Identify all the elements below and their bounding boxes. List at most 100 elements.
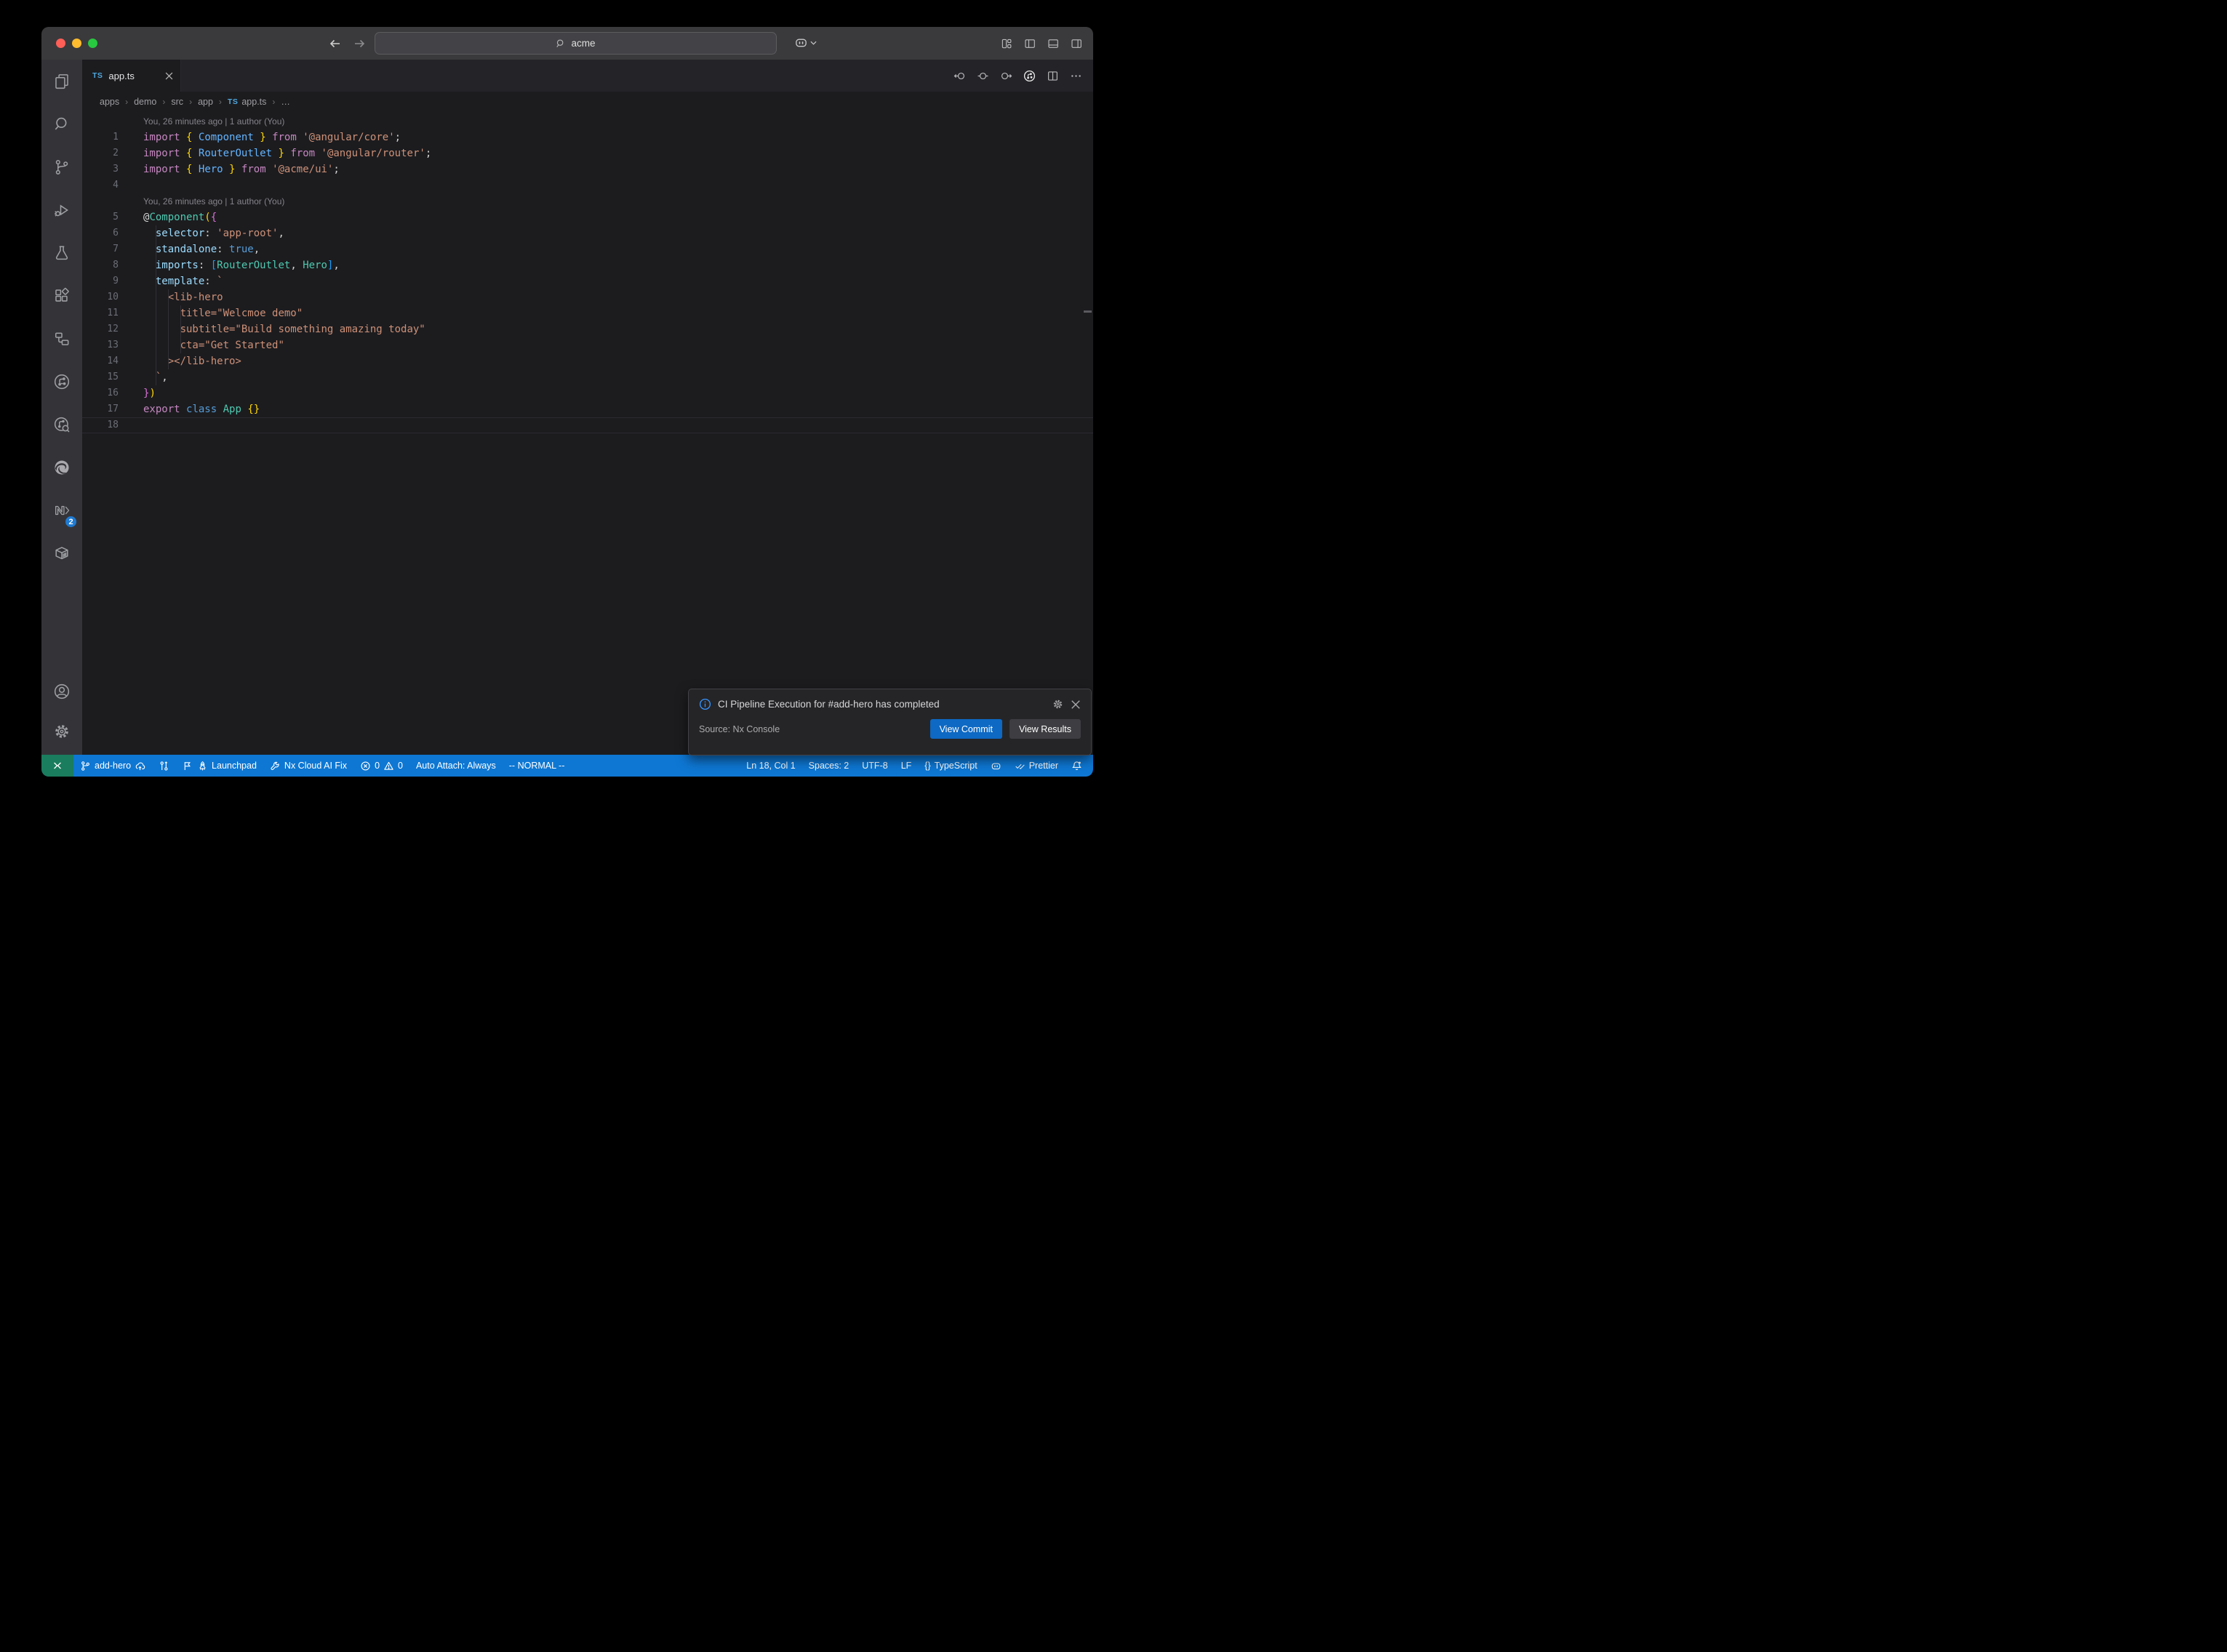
- code-line: 18: [82, 417, 1093, 433]
- vscode-window: acme: [41, 27, 1093, 777]
- commit-graph-icon[interactable]: [1023, 69, 1036, 83]
- cursor-position-status[interactable]: Ln 18, Col 1: [740, 755, 801, 777]
- notification-close-icon[interactable]: [1071, 699, 1081, 710]
- code-line: 17export class App {}: [82, 401, 1093, 417]
- error-icon: [360, 761, 371, 771]
- branch-status[interactable]: add-hero: [73, 755, 152, 777]
- copilot-menu-button[interactable]: [794, 36, 817, 49]
- search-input[interactable]: acme: [375, 32, 777, 55]
- nav-back-icon[interactable]: [953, 69, 967, 83]
- sidebar-item-commit-graph[interactable]: [41, 360, 82, 403]
- sidebar-item-gitlens-search[interactable]: [41, 403, 82, 446]
- problems-status[interactable]: 0 0: [353, 755, 409, 777]
- code-lines: You, 26 minutes ago | 1 author (You)1imp…: [82, 113, 1093, 433]
- nav-circle-icon[interactable]: [976, 69, 990, 83]
- accounts-button[interactable]: [41, 671, 82, 711]
- breadcrumb: apps › demo › src › app › TS app.ts › …: [82, 92, 1093, 112]
- vim-mode-status[interactable]: -- NORMAL --: [503, 755, 572, 777]
- eol-status[interactable]: LF: [895, 755, 919, 777]
- history-back-button[interactable]: [328, 36, 343, 51]
- notification-toast: CI Pipeline Execution for #add-hero has …: [688, 689, 1092, 755]
- nx-cloud-ai-fix-button[interactable]: Nx Cloud AI Fix: [263, 755, 353, 777]
- bell-dot-icon: [1071, 761, 1082, 771]
- code-line: 15 `,: [82, 369, 1093, 385]
- sidebar-item-nx-console[interactable]: 2: [41, 489, 82, 532]
- sidebar-item-extensions[interactable]: [41, 274, 82, 317]
- sidebar-item-testing[interactable]: [41, 231, 82, 274]
- close-window-button[interactable]: [56, 39, 65, 48]
- tab-bar: TS app.ts: [82, 60, 1093, 92]
- tab-label: app.ts: [108, 71, 134, 81]
- code-line: 13 cta="Get Started": [82, 337, 1093, 353]
- breadcrumb-item-src[interactable]: src: [171, 97, 183, 107]
- breadcrumb-separator: ›: [162, 97, 165, 107]
- close-tab-button[interactable]: [165, 72, 173, 80]
- info-icon: [699, 698, 711, 710]
- view-results-button[interactable]: View Results: [1009, 719, 1081, 739]
- code-line: 5@Component({: [82, 209, 1093, 225]
- account-icon: [52, 682, 71, 701]
- blame-annotation: You, 26 minutes ago | 1 author (You): [82, 193, 1093, 209]
- copilot-status[interactable]: [984, 755, 1008, 777]
- settings-button[interactable]: [41, 711, 82, 751]
- code-line: 8 imports: [RouterOutlet, Hero],: [82, 257, 1093, 273]
- copilot-icon: [794, 36, 808, 49]
- split-editor-icon[interactable]: [1046, 69, 1060, 83]
- toggle-secondary-sidebar-button[interactable]: [1070, 37, 1083, 50]
- auto-attach-status[interactable]: Auto Attach: Always: [409, 755, 503, 777]
- traffic-lights: [56, 39, 97, 48]
- toggle-primary-sidebar-button[interactable]: [1023, 37, 1036, 50]
- sidebar-item-project-structure[interactable]: [41, 317, 82, 360]
- git-branch-icon: [52, 158, 71, 177]
- git-branch-icon: [80, 761, 91, 771]
- sidebar-item-search[interactable]: [41, 103, 82, 145]
- editor[interactable]: You, 26 minutes ago | 1 author (You)1imp…: [82, 112, 1093, 755]
- toggle-panel-button[interactable]: [1047, 37, 1060, 50]
- edge-browser-icon: [52, 458, 71, 477]
- sidebar-item-run-debug[interactable]: [41, 188, 82, 231]
- zoom-window-button[interactable]: [88, 39, 97, 48]
- run-debug-icon: [52, 201, 71, 220]
- formatter-status[interactable]: Prettier: [1008, 755, 1065, 777]
- customize-layout-button[interactable]: [1000, 37, 1013, 50]
- code-line: 11 title="Welcmoe demo": [82, 305, 1093, 321]
- breadcrumb-item-demo[interactable]: demo: [134, 97, 156, 107]
- minimize-window-button[interactable]: [72, 39, 81, 48]
- remote-indicator[interactable]: [41, 755, 73, 777]
- sidebar-item-explorer[interactable]: [41, 60, 82, 103]
- indent-guide: [168, 289, 169, 369]
- notification-source: Source: Nx Console: [699, 724, 923, 734]
- hierarchy-icon: [52, 329, 71, 348]
- sidebar-item-source-control[interactable]: [41, 145, 82, 188]
- wrench-icon: [270, 761, 281, 771]
- search-sidebar-icon: [52, 115, 71, 134]
- breadcrumb-separator: ›: [125, 97, 128, 107]
- breadcrumb-item-file[interactable]: TS app.ts: [228, 97, 266, 107]
- breadcrumb-item-app[interactable]: app: [198, 97, 213, 107]
- launchpad-button[interactable]: Launchpad: [176, 755, 263, 777]
- compare-changes-button[interactable]: [152, 755, 176, 777]
- code-line: 10 <lib-hero: [82, 289, 1093, 305]
- more-actions-icon[interactable]: [1069, 69, 1083, 83]
- compare-changes-icon: [159, 761, 169, 771]
- nav-forward-icon[interactable]: [999, 69, 1013, 83]
- sidebar-item-containers[interactable]: [41, 532, 82, 574]
- code-line: 3import { Hero } from '@acme/ui';: [82, 161, 1093, 177]
- publish-cloud-icon: [135, 761, 145, 771]
- indentation-status[interactable]: Spaces: 2: [802, 755, 856, 777]
- code-line: 4: [82, 177, 1093, 193]
- overview-ruler-mark: [1084, 310, 1092, 313]
- history-forward-button[interactable]: [352, 36, 367, 51]
- breadcrumb-item-symbol[interactable]: …: [281, 97, 290, 107]
- sidebar-item-edge-browser[interactable]: [41, 446, 82, 489]
- view-commit-button[interactable]: View Commit: [930, 719, 1002, 739]
- tab-app-ts[interactable]: TS app.ts: [82, 60, 181, 92]
- gear-icon: [52, 722, 71, 741]
- notification-settings-gear-icon[interactable]: [1052, 698, 1064, 710]
- breadcrumb-item-apps[interactable]: apps: [100, 97, 119, 107]
- notifications-bell-button[interactable]: [1065, 755, 1089, 777]
- language-status[interactable]: {} TypeScript: [918, 755, 983, 777]
- breadcrumb-separator: ›: [272, 97, 275, 107]
- encoding-status[interactable]: UTF-8: [855, 755, 894, 777]
- extensions-icon: [52, 286, 71, 305]
